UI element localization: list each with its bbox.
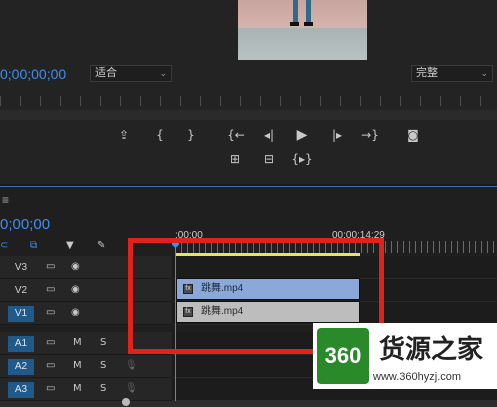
- timeline-scrollbar[interactable]: [0, 401, 497, 407]
- panel-menu-icon[interactable]: ≡: [2, 193, 9, 207]
- toggle-sync-lock-icon[interactable]: ▭: [46, 284, 55, 295]
- solo-button[interactable]: S: [100, 383, 106, 394]
- program-timecode[interactable]: 0;00;00;00: [0, 66, 66, 82]
- chevron-down-icon: ⌄: [159, 68, 167, 78]
- eye-icon[interactable]: ◉: [71, 307, 80, 318]
- play-icon[interactable]: ▶: [293, 127, 311, 143]
- program-monitor: 0;00;00;00 适合 ⌄ 完整 ⌄ ⇪ { } {← ◂| ▶ |▸ →}…: [0, 0, 497, 183]
- chevron-down-icon: ⌄: [480, 68, 488, 78]
- track-target-a1[interactable]: A1: [8, 336, 34, 352]
- track-target-a2[interactable]: A2: [8, 359, 34, 375]
- mute-button[interactable]: M: [73, 360, 82, 371]
- watermark-logo: 360: [317, 328, 369, 384]
- mark-out-icon[interactable]: }: [182, 127, 200, 143]
- monitor-scrub-bar[interactable]: [0, 110, 497, 120]
- dancer-foot-left: [290, 22, 299, 26]
- step-back-icon[interactable]: ◂|: [260, 127, 278, 143]
- toggle-sync-lock-icon[interactable]: ▭: [46, 307, 55, 318]
- add-marker-icon[interactable]: ⇪: [115, 127, 133, 143]
- fit-dropdown[interactable]: 适合 ⌄: [90, 65, 172, 82]
- track-target-v3[interactable]: V3: [8, 260, 34, 276]
- solo-button[interactable]: S: [100, 337, 106, 348]
- step-forward-icon[interactable]: |▸: [328, 127, 346, 143]
- mute-button[interactable]: M: [73, 337, 82, 348]
- extract-icon[interactable]: ⊟: [260, 151, 278, 167]
- toggle-sync-lock-icon[interactable]: ▭: [46, 261, 55, 272]
- add-marker-timeline-icon[interactable]: ▼: [66, 240, 74, 251]
- watermark: 360 货源之家 www.360hyzj.com: [313, 323, 497, 389]
- fit-dropdown-label: 适合: [95, 67, 117, 79]
- scrollbar-thumb[interactable]: [122, 398, 130, 406]
- quality-dropdown-label: 完整: [416, 67, 438, 79]
- watermark-name: 货源之家: [379, 335, 484, 365]
- track-target-a3[interactable]: A3: [8, 382, 34, 398]
- toggle-sync-lock-icon[interactable]: ▭: [46, 383, 55, 394]
- watermark-url: www.360hyzj.com: [373, 371, 462, 383]
- mark-in-icon[interactable]: {: [151, 127, 169, 143]
- toggle-sync-lock-icon[interactable]: ▭: [46, 360, 55, 371]
- camera-icon[interactable]: ◙: [404, 127, 422, 143]
- track-header-a2[interactable]: A2 ▭ M S 🎙: [0, 355, 172, 378]
- video-preview-frame: [238, 0, 367, 60]
- dancer-leg-left: [293, 0, 298, 24]
- solo-button[interactable]: S: [100, 360, 106, 371]
- timeline-timecode[interactable]: 0;00;00: [0, 216, 50, 233]
- wrench-icon[interactable]: ✎: [97, 240, 105, 251]
- trim-icon[interactable]: {▸}: [291, 151, 312, 167]
- eye-icon[interactable]: ◉: [71, 284, 80, 295]
- lift-icon[interactable]: ⊞: [226, 151, 244, 167]
- microphone-icon[interactable]: 🎙: [125, 383, 138, 394]
- track-target-v1[interactable]: V1: [8, 306, 34, 322]
- eye-icon[interactable]: ◉: [71, 261, 80, 272]
- monitor-time-ruler[interactable]: [0, 96, 497, 106]
- quality-dropdown[interactable]: 完整 ⌄: [411, 65, 493, 82]
- dancer-foot-right: [304, 22, 313, 26]
- go-to-out-icon[interactable]: →}: [361, 127, 379, 143]
- microphone-icon[interactable]: 🎙: [125, 360, 138, 371]
- linked-selection-icon[interactable]: ⧉: [30, 240, 37, 251]
- track-header-a3[interactable]: A3 ▭ M S 🎙: [0, 378, 172, 401]
- toggle-sync-lock-icon[interactable]: ▭: [46, 337, 55, 348]
- snap-icon[interactable]: ⊂: [0, 240, 8, 251]
- mute-button[interactable]: M: [73, 383, 82, 394]
- track-target-v2[interactable]: V2: [8, 283, 34, 299]
- dancer-leg-right: [306, 0, 311, 24]
- go-to-in-icon[interactable]: {←: [227, 127, 245, 143]
